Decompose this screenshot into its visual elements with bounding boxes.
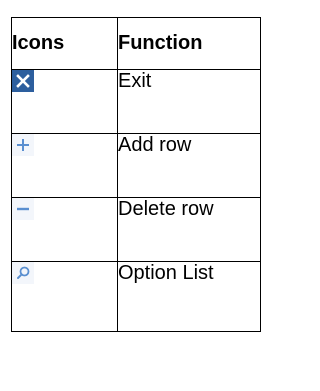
function-label: Option List bbox=[117, 261, 261, 332]
plus-icon bbox=[12, 134, 34, 156]
icon-cell bbox=[11, 133, 118, 198]
header-icons: Icons bbox=[11, 17, 118, 70]
table-row: Option List bbox=[11, 261, 261, 332]
search-icon bbox=[12, 262, 34, 284]
table-row: Add row bbox=[11, 133, 261, 198]
icon-cell bbox=[11, 261, 118, 332]
icon-cell bbox=[11, 69, 118, 134]
function-label: Add row bbox=[117, 133, 261, 198]
icon-cell bbox=[11, 197, 118, 262]
close-icon bbox=[12, 70, 34, 92]
minus-icon bbox=[12, 198, 34, 220]
header-function: Function bbox=[117, 17, 261, 70]
table-header-row: Icons Function bbox=[11, 17, 261, 70]
table-row: Delete row bbox=[11, 197, 261, 262]
function-label: Exit bbox=[117, 69, 261, 134]
table-row: Exit bbox=[11, 69, 261, 134]
icon-legend-table: Icons Function Exit Add row Delete row O… bbox=[11, 17, 261, 332]
function-label: Delete row bbox=[117, 197, 261, 262]
